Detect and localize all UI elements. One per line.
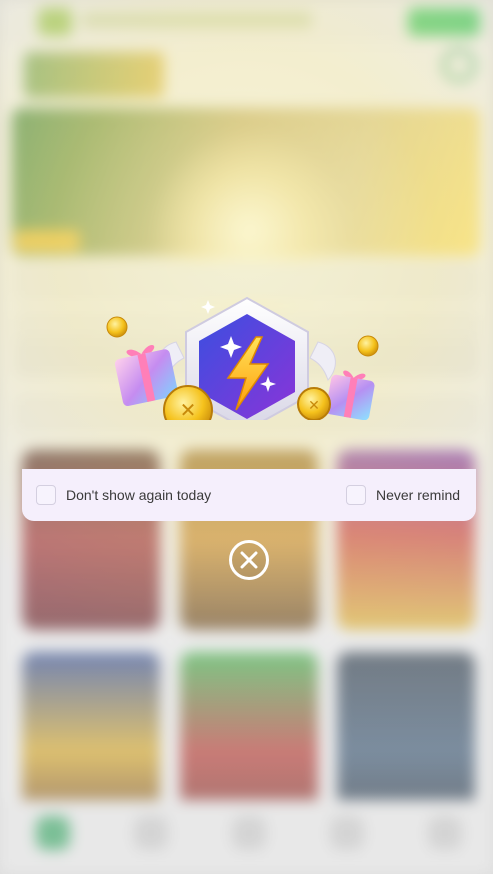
close-popup-button[interactable] — [229, 540, 269, 580]
modal-backdrop[interactable] — [0, 0, 493, 874]
close-icon — [240, 551, 258, 569]
never-remind-checkbox[interactable] — [346, 485, 366, 505]
svg-text:✕: ✕ — [308, 398, 320, 414]
never-remind-label: Never remind — [376, 487, 461, 503]
dont-show-today-option[interactable]: Don't show again today — [36, 485, 211, 505]
svg-text:✕: ✕ — [180, 398, 197, 420]
popup-hero-art: ✕ ✕ — [96, 292, 398, 420]
popup-options-bar: Don't show again today Never remind — [22, 469, 476, 521]
lightning-shield-icon: ✕ ✕ — [106, 296, 379, 420]
dont-show-today-checkbox[interactable] — [36, 485, 56, 505]
never-remind-option[interactable]: Never remind — [346, 485, 460, 505]
dont-show-today-label: Don't show again today — [66, 487, 212, 503]
